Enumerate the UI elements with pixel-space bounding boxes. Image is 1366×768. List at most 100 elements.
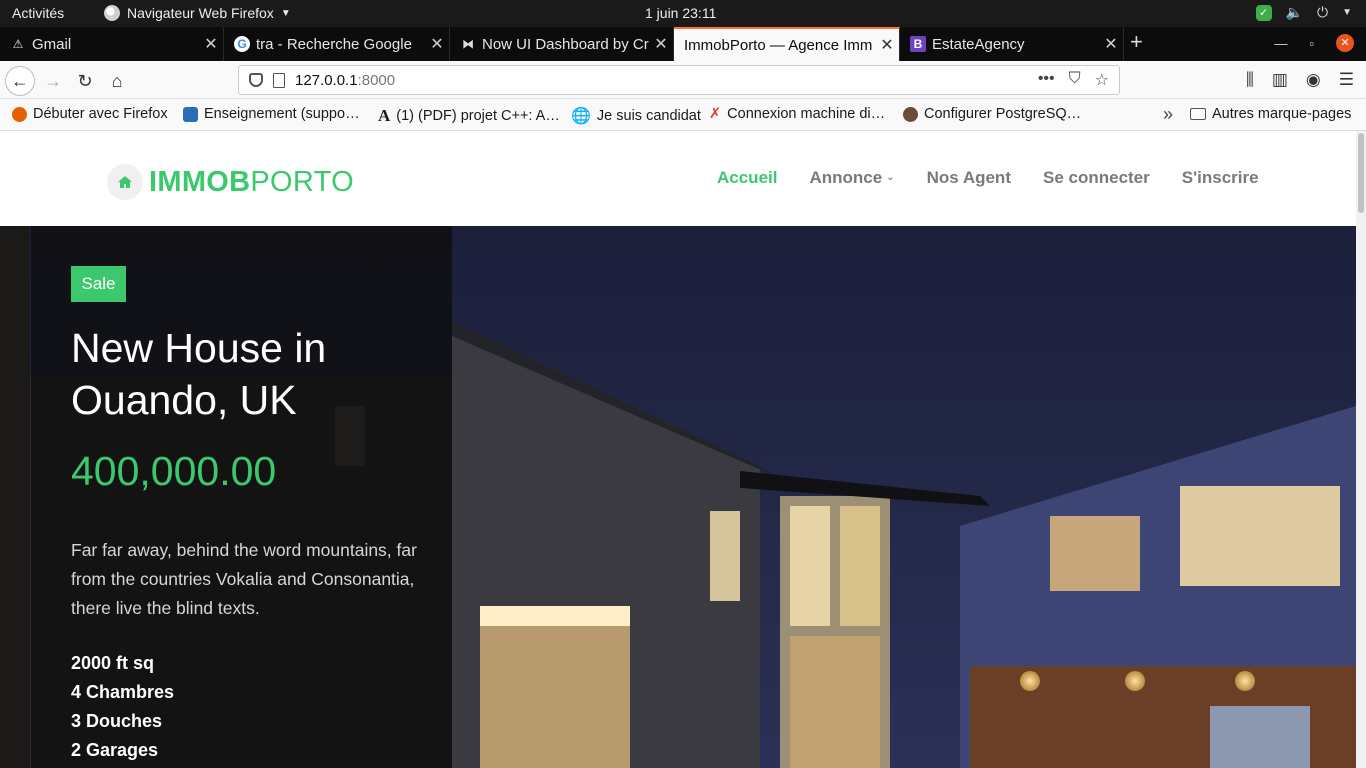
menu-item-nos-agent[interactable]: Nos Agent (927, 168, 1011, 188)
url-text[interactable]: 127.0.0.1:8000 (295, 72, 395, 89)
tab-google[interactable]: G tra - Recherche Google ✕ (224, 27, 450, 61)
hero-slider: Sale New House in Ouando, UK 400,000.00 … (0, 226, 1356, 768)
minimize-icon[interactable]: — (1274, 36, 1287, 51)
bookmark-item[interactable]: 🌐 Je suis candidat (571, 106, 701, 126)
bookmark-item[interactable]: A (1) (PDF) projet C++: A… (378, 106, 560, 126)
creative-tim-icon: ⧓ (462, 37, 474, 51)
elephant-icon (903, 106, 918, 122)
bookmark-label: Je suis candidat (596, 108, 701, 124)
globe-icon: 🌐 (571, 108, 591, 125)
book-icon (183, 106, 198, 122)
tab-now-ui-dashboard[interactable]: ⧓ Now UI Dashboard by Cr ✕ (450, 27, 674, 61)
academia-icon: A (378, 106, 391, 125)
menu-item-accueil[interactable]: Accueil (717, 168, 777, 188)
reload-icon[interactable]: ↻ (70, 66, 100, 96)
bookmarks-toolbar: Débuter avec Firefox Enseignement (suppo… (0, 99, 1366, 131)
bookmark-label: Connexion machine di… (727, 106, 886, 122)
window-controls: — ▫ ✕ (1274, 34, 1354, 52)
power-icon[interactable]: ⏻ (1317, 4, 1328, 21)
folder-icon (1190, 108, 1206, 120)
web-page: IMMOBPORTO Accueil Annonce ⌄ Nos Agent Se… (0, 131, 1356, 768)
maximize-icon[interactable]: ▫ (1309, 36, 1314, 51)
volume-icon[interactable]: 🔈 (1286, 4, 1303, 21)
sidebar-icon[interactable]: ▥ (1272, 70, 1288, 90)
tab-immobporto[interactable]: ImmobPorto — Agence Imm ✕ (674, 27, 900, 61)
tools-icon: ✗ (709, 106, 722, 122)
chevron-down-icon[interactable]: ▼ (1342, 7, 1352, 18)
library-icon[interactable]: ⫼ (1246, 70, 1254, 90)
feature-area: 2000 ft sq (71, 653, 155, 673)
bookmark-star-icon[interactable]: ☆ (1095, 70, 1109, 90)
other-bookmarks-label: Autres marque-pages (1212, 106, 1352, 122)
url-bar[interactable]: 127.0.0.1:8000 ••• ⛉ ☆ (238, 65, 1120, 95)
home-icon[interactable]: ⌂ (102, 66, 132, 96)
menu-item-s-inscrire[interactable]: S'inscrire (1182, 168, 1259, 188)
firefox-app-icon (104, 5, 120, 21)
chevron-down-icon: ⌄ (886, 172, 895, 183)
chevron-more-icon[interactable]: » (1163, 104, 1173, 125)
firefox-icon (12, 106, 27, 122)
listing-description: Far far away, behind the word mountains,… (71, 540, 417, 618)
scrollbar-thumb[interactable] (1358, 133, 1364, 213)
close-icon[interactable]: ✕ (649, 34, 673, 54)
more-actions-icon[interactable]: ••• (1038, 70, 1055, 90)
url-host: 127.0.0.1 (295, 71, 358, 89)
bookmark-item[interactable]: Configurer PostgreSQ… (903, 106, 1081, 122)
listing-features: 2000 ft sq 4 Chambres 3 Douches 2 Garage… (71, 649, 174, 765)
system-tray[interactable]: ✓ 🔈 ⏻ ▼ (1255, 4, 1352, 21)
window-close-icon[interactable]: ✕ (1336, 34, 1354, 52)
close-icon[interactable]: ✕ (425, 34, 449, 54)
activities-button[interactable]: Activités (12, 5, 64, 21)
chevron-down-icon: ▼ (280, 7, 291, 19)
site-logo[interactable]: IMMOBPORTO (107, 164, 354, 200)
bookmark-label: Configurer PostgreSQ… (924, 106, 1082, 122)
brand-bold: IMMOB (149, 165, 251, 198)
new-tab-plus-icon[interactable]: + (1130, 29, 1143, 55)
url-port: :8000 (357, 71, 396, 89)
menu-hamburger-icon[interactable]: ☰ (1339, 70, 1354, 90)
tab-label: ImmobPorto — Agence Imm (684, 36, 873, 54)
tab-strip: ⚠ Gmail ✕ G tra - Recherche Google ✕ ⧓ N… (0, 27, 1366, 61)
tracking-shield-icon[interactable] (249, 73, 263, 87)
bookmark-item[interactable]: ✗ Connexion machine di… (709, 106, 885, 122)
menu-item-se-connecter[interactable]: Se connecter (1043, 168, 1150, 188)
status-badge: Sale (71, 266, 126, 302)
app-menu[interactable]: Navigateur Web Firefox ▼ (104, 5, 291, 21)
bookmark-item[interactable]: Enseignement (suppo… (183, 106, 360, 122)
close-icon[interactable]: ✕ (199, 34, 223, 54)
brand-light: PORTO (250, 165, 354, 198)
update-shield-icon[interactable]: ✓ (1255, 4, 1272, 21)
account-icon[interactable]: ◉ (1306, 70, 1321, 90)
feature-bedrooms: 4 Chambres (71, 682, 175, 702)
pocket-icon[interactable]: ⛉ (1069, 70, 1081, 90)
bookmark-item[interactable]: Débuter avec Firefox (12, 106, 168, 122)
gmail-icon: ⚠ (12, 37, 24, 51)
bookmark-label: Enseignement (suppo… (204, 106, 360, 122)
google-icon: G (234, 36, 250, 52)
back-arrow-icon[interactable]: ← (5, 66, 35, 96)
tab-label: Now UI Dashboard by Cr (482, 35, 649, 53)
main-menu: Accueil Annonce ⌄ Nos Agent Se connecter … (717, 168, 1259, 188)
site-header: IMMOBPORTO Accueil Annonce ⌄ Nos Agent Se… (0, 131, 1356, 226)
bootstrap-icon: B (910, 36, 926, 52)
other-bookmarks-folder[interactable]: Autres marque-pages (1190, 106, 1351, 122)
navigation-toolbar: ← → ↻ ⌂ 127.0.0.1:8000 ••• ⛉ ☆ ⫼ ▥ ◉ ☰ (0, 61, 1366, 99)
close-icon[interactable]: ✕ (1099, 34, 1123, 54)
tab-gmail[interactable]: ⚠ Gmail ✕ (0, 27, 224, 61)
forward-arrow-icon[interactable]: → (38, 66, 68, 96)
menu-item-annonce[interactable]: Annonce ⌄ (809, 168, 894, 188)
system-top-bar: Activités Navigateur Web Firefox ▼ 1 jui… (0, 0, 1366, 27)
home-icon (107, 164, 143, 200)
app-name: Navigateur Web Firefox (127, 5, 274, 21)
close-icon[interactable]: ✕ (875, 35, 899, 55)
feature-garages: 2 Garages (71, 740, 159, 760)
listing-price: 400,000.00 (71, 448, 277, 494)
feature-bathrooms: 3 Douches (71, 711, 163, 731)
tab-estateagency[interactable]: B EstateAgency ✕ (900, 27, 1124, 61)
page-info-icon[interactable] (273, 72, 285, 88)
page-scrollbar[interactable] (1356, 131, 1366, 768)
clock[interactable]: 1 juin 23:11 (645, 5, 716, 21)
menu-label: Annonce (809, 168, 883, 187)
tab-label: Gmail (32, 35, 72, 53)
tab-label: tra - Recherche Google (256, 35, 412, 53)
